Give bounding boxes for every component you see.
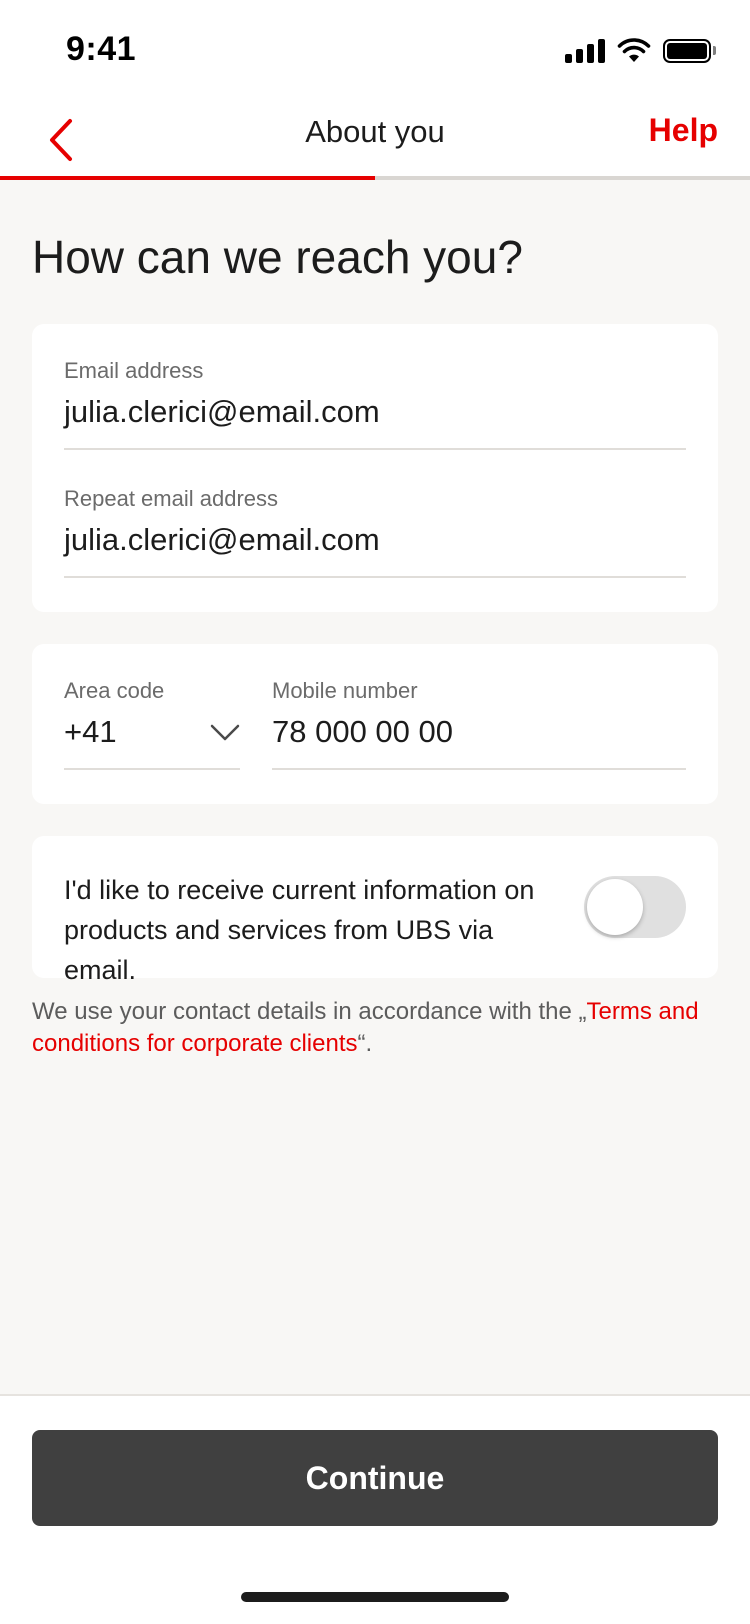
status-icons [565,38,716,63]
nav-header: About you Help [0,100,750,180]
repeat-email-field[interactable]: Repeat email address julia.clerici@email… [64,482,686,578]
email-field-label: Email address [64,358,204,383]
continue-button[interactable]: Continue [32,1430,718,1526]
cellular-signal-icon [565,38,605,63]
footer: Continue [0,1394,750,1624]
progress-fill [0,176,375,180]
home-indicator [241,1592,509,1602]
progress-bar [0,176,750,180]
legal-prefix: We use your contact details in accordanc… [32,998,587,1025]
email-field-value[interactable]: julia.clerici@email.com [64,394,380,430]
mobile-number-label: Mobile number [272,678,418,703]
area-code-label: Area code [64,678,165,703]
area-code-select[interactable]: Area code +41 [64,674,240,770]
email-field[interactable]: Email address julia.clerici@email.com [64,354,686,450]
nav-title: About you [305,114,445,149]
legal-notice: We use your contact details in accordanc… [32,996,722,1060]
page-title: How can we reach you? [32,231,523,283]
status-bar: 9:41 [0,0,750,100]
legal-suffix: “. [357,1030,373,1057]
wifi-icon [617,38,651,62]
help-link[interactable]: Help [649,112,718,149]
battery-icon [663,38,716,63]
repeat-email-field-label: Repeat email address [64,486,279,511]
chevron-down-icon[interactable] [210,724,240,742]
repeat-email-field-value[interactable]: julia.clerici@email.com [64,522,380,558]
mobile-number-field[interactable]: Mobile number 78 000 00 00 [272,674,686,770]
status-time: 9:41 [66,30,137,68]
mobile-number-value[interactable]: 78 000 00 00 [272,714,453,750]
toggle-knob [587,879,643,935]
newsletter-card: I'd like to receive current information … [32,836,718,985]
newsletter-text: I'd like to receive current information … [64,875,535,985]
area-code-value: +41 [64,714,117,749]
phone-card: Area code +41 Mobile number 78 000 00 00 [32,644,718,804]
screen: 9:41 About you Help How can we reach you… [0,0,750,1624]
newsletter-toggle[interactable] [584,876,686,938]
email-card: Email address julia.clerici@email.com Re… [32,324,718,612]
